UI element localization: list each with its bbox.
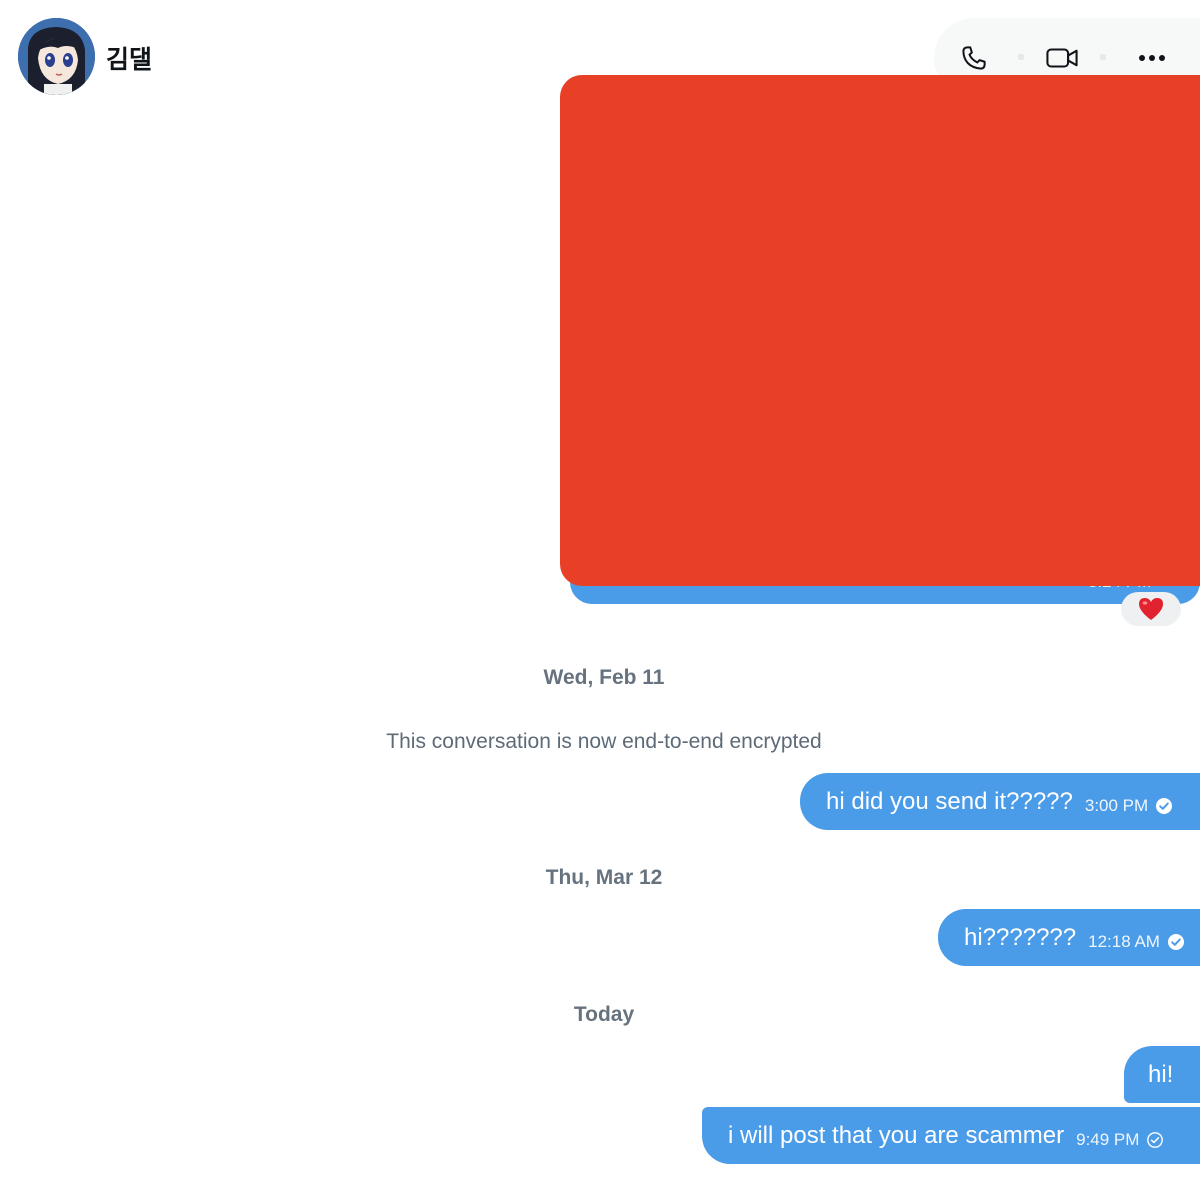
message-time: 3:00 PM: [1084, 795, 1149, 815]
dm-conversation: 김댈 3:24 PM Wed, Feb 11 This conversation…: [0, 0, 1200, 1184]
more-horizontal-icon: [1139, 55, 1165, 61]
message-text: hi!: [1148, 1060, 1174, 1088]
heart-icon: [1139, 598, 1163, 620]
message-bubble[interactable]: i will post that you are scammer 9:49 PM: [702, 1107, 1200, 1164]
message-meta: 12:18 AM: [1088, 932, 1185, 952]
date-separator: Today: [573, 1003, 635, 1026]
message-text: hi???????: [964, 923, 1077, 951]
contact-name[interactable]: 김댈: [106, 40, 152, 76]
anime-avatar-icon: [18, 18, 95, 95]
message-bubble[interactable]: hi??????? 12:18 AM: [938, 909, 1200, 966]
redacted-image[interactable]: [560, 75, 1200, 586]
read-check-icon: [1167, 933, 1184, 950]
phone-icon: [962, 46, 986, 70]
message-bubble[interactable]: hi did you send it????? 3:00 PM: [800, 773, 1200, 830]
read-check-icon: [1156, 797, 1173, 814]
sent-check-icon: [1147, 1131, 1164, 1148]
message-meta: 3:00 PM: [1085, 796, 1173, 816]
message-meta: 9:49 PM: [1076, 1130, 1164, 1150]
message-bubble[interactable]: hi!: [1124, 1046, 1200, 1103]
message-time: 12:18 AM: [1088, 931, 1160, 951]
date-separator: Thu, Mar 12: [545, 866, 663, 889]
message-text: i will post that you are scammer: [728, 1121, 1065, 1149]
reaction-badge[interactable]: [1121, 592, 1181, 626]
encryption-notice: This conversation is now end-to-end encr…: [386, 730, 822, 753]
message-text: hi did you send it?????: [826, 787, 1073, 815]
date-separator: Wed, Feb 11: [543, 666, 665, 689]
video-camera-icon: [1046, 48, 1078, 68]
contact-avatar[interactable]: [18, 18, 95, 95]
message-time: 9:49 PM: [1076, 1129, 1140, 1149]
